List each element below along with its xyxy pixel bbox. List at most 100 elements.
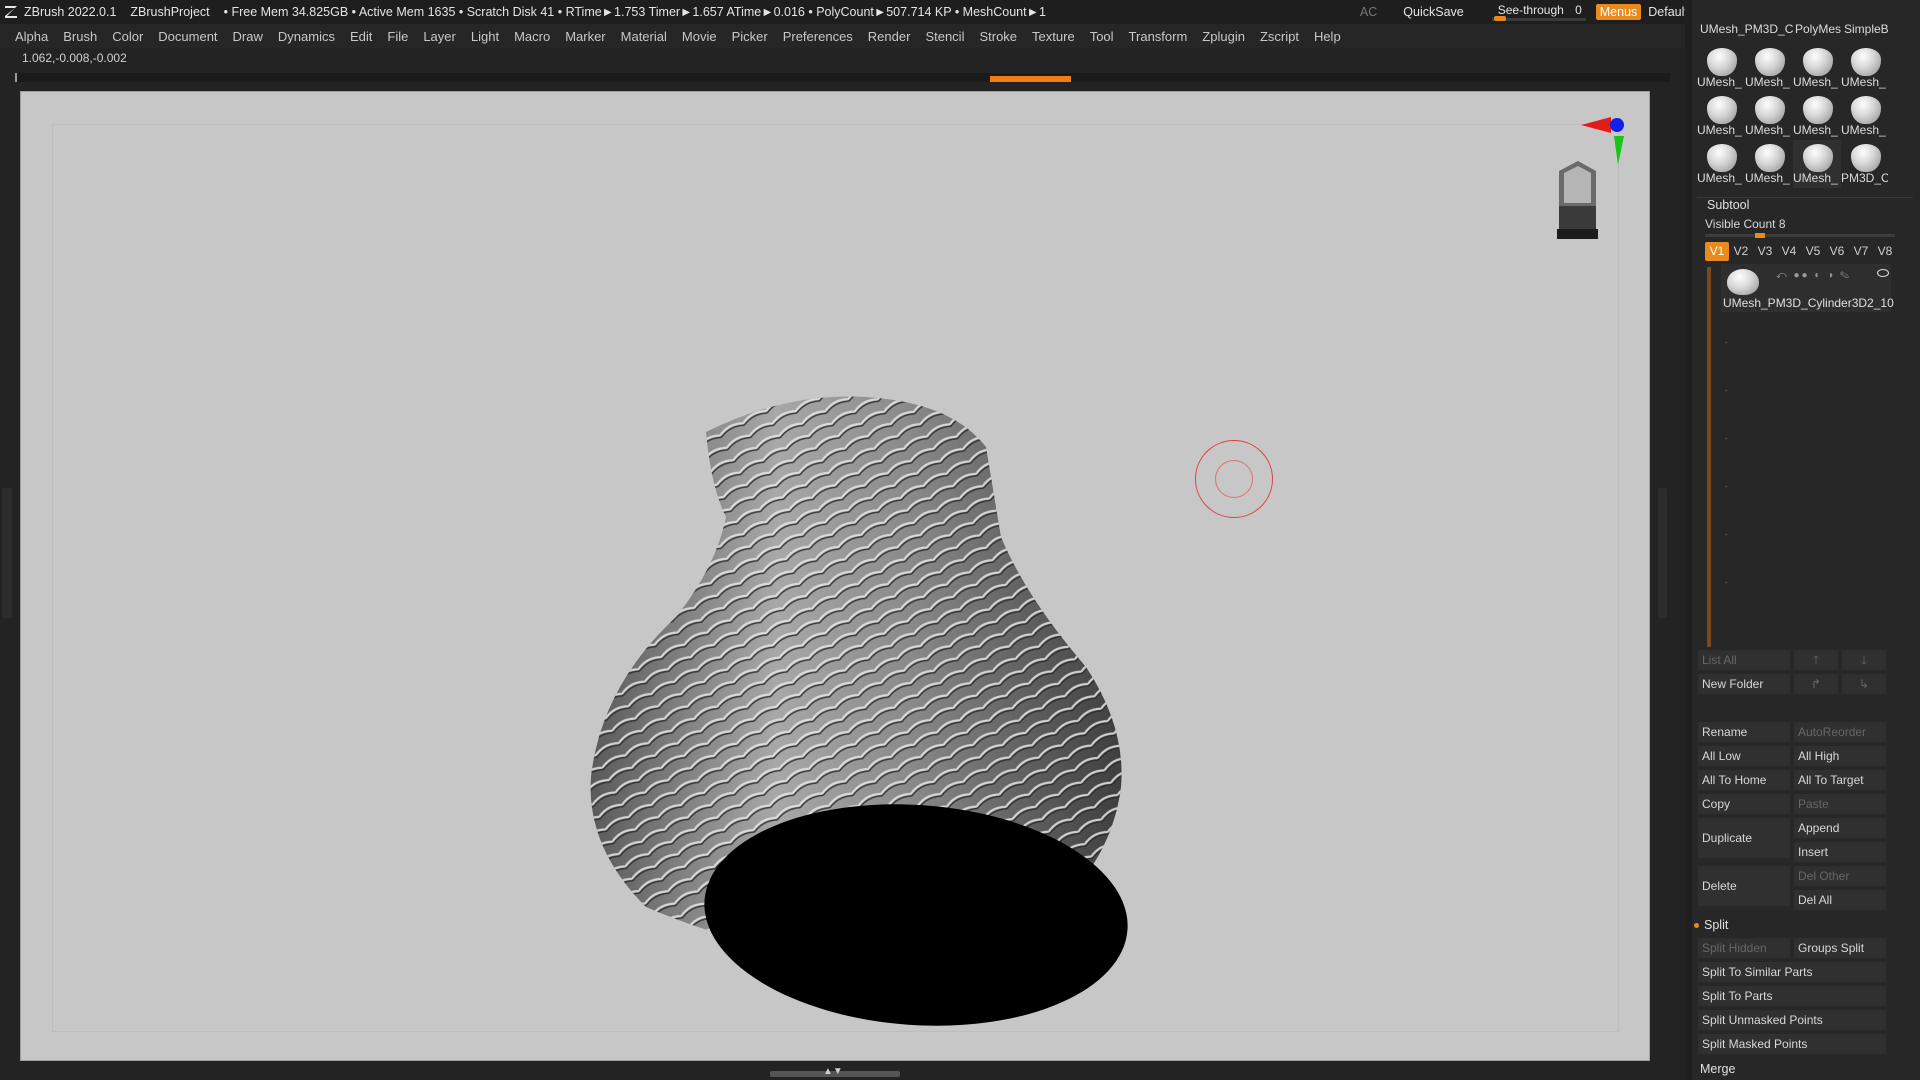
bottom-tray-arrows-icon[interactable]: ▲▼: [823, 1066, 843, 1077]
tool-thumbnail[interactable]: UMesh_: [1841, 92, 1889, 140]
menu-zscript[interactable]: Zscript: [1260, 29, 1299, 44]
menu-document[interactable]: Document: [158, 29, 217, 44]
split-masked-points-button[interactable]: Split Masked Points: [1698, 1034, 1886, 1054]
timeline-bar[interactable]: [15, 73, 1670, 82]
all-high-button[interactable]: All High: [1794, 746, 1886, 766]
all-low-button[interactable]: All Low: [1698, 746, 1790, 766]
menu-stroke[interactable]: Stroke: [979, 29, 1017, 44]
x-axis-arrow-icon[interactable]: [1581, 117, 1611, 133]
tool-thumbnail[interactable]: UMesh_: [1697, 140, 1745, 188]
tab-v8[interactable]: V8: [1873, 242, 1897, 261]
split-hidden-button[interactable]: Split Hidden: [1698, 938, 1790, 958]
orientation-figure-icon[interactable]: [1557, 161, 1598, 239]
delete-button[interactable]: Delete: [1698, 866, 1790, 906]
timeline-indicator[interactable]: [990, 76, 1071, 82]
visible-count-slider[interactable]: [1705, 233, 1895, 238]
menu-preferences[interactable]: Preferences: [783, 29, 853, 44]
menu-draw[interactable]: Draw: [233, 29, 263, 44]
paste-button[interactable]: Paste: [1794, 794, 1886, 814]
subtool-list-item[interactable]: ⤺ ●● ◐ ◑ ✎ UMesh_PM3D_Cylinder3D2_10: [1721, 264, 1894, 312]
merge-section-header[interactable]: Merge: [1700, 1062, 1735, 1076]
tool-header-current[interactable]: UMesh_PM3D_C: [1700, 22, 1793, 36]
menu-zplugin[interactable]: Zplugin: [1202, 29, 1245, 44]
menus-toggle-button[interactable]: Menus: [1595, 4, 1642, 20]
y-axis-arrow-icon[interactable]: [1614, 136, 1624, 165]
menu-help[interactable]: Help: [1314, 29, 1341, 44]
menu-layer[interactable]: Layer: [423, 29, 456, 44]
menu-material[interactable]: Material: [621, 29, 667, 44]
menu-picker[interactable]: Picker: [732, 29, 768, 44]
tool-thumbnail[interactable]: UMesh_: [1793, 44, 1841, 92]
tab-v6[interactable]: V6: [1825, 242, 1849, 261]
menu-file[interactable]: File: [387, 29, 408, 44]
panel-scroll-column[interactable]: [1685, 0, 1692, 1080]
all-to-home-button[interactable]: All To Home: [1698, 770, 1790, 790]
navigation-gizmo[interactable]: [1556, 111, 1626, 251]
move-out-folder-icon[interactable]: ↳: [1842, 674, 1886, 694]
menu-dynamics[interactable]: Dynamics: [278, 29, 335, 44]
groups-split-button[interactable]: Groups Split: [1794, 938, 1886, 958]
menu-macro[interactable]: Macro: [514, 29, 550, 44]
menu-alpha[interactable]: Alpha: [15, 29, 48, 44]
all-to-target-button[interactable]: All To Target: [1794, 770, 1886, 790]
tool-header-simplebrush[interactable]: SimpleB: [1844, 22, 1889, 36]
move-up-icon[interactable]: 🡑: [1794, 650, 1838, 670]
menu-marker[interactable]: Marker: [565, 29, 605, 44]
del-all-button[interactable]: Del All: [1794, 890, 1886, 910]
tool-thumbnail-selected[interactable]: UMesh_: [1793, 140, 1841, 188]
menu-edit[interactable]: Edit: [350, 29, 372, 44]
menu-render[interactable]: Render: [868, 29, 911, 44]
tab-v2[interactable]: V2: [1729, 242, 1753, 261]
tool-thumbnail[interactable]: UMesh_: [1841, 44, 1889, 92]
new-folder-button[interactable]: New Folder: [1698, 674, 1790, 694]
visible-count-knob[interactable]: [1755, 233, 1765, 238]
vase-3d-model[interactable]: [566, 367, 1226, 1067]
tab-v3[interactable]: V3: [1753, 242, 1777, 261]
quicksave-button[interactable]: QuickSave: [1403, 5, 1463, 19]
see-through-knob[interactable]: [1493, 16, 1506, 21]
split-unmasked-points-button[interactable]: Split Unmasked Points: [1698, 1010, 1886, 1030]
visibility-eye-icon[interactable]: [1877, 269, 1889, 277]
move-into-folder-icon[interactable]: ↱: [1794, 674, 1838, 694]
tool-header-polymesh[interactable]: PolyMes: [1795, 22, 1841, 36]
list-all-button[interactable]: List All: [1698, 650, 1790, 670]
copy-button[interactable]: Copy: [1698, 794, 1790, 814]
tab-v1[interactable]: V1: [1705, 242, 1729, 261]
tool-thumbnail[interactable]: UMesh_: [1745, 92, 1793, 140]
split-to-parts-button[interactable]: Split To Parts: [1698, 986, 1886, 1006]
tool-thumbnail[interactable]: UMesh_: [1697, 92, 1745, 140]
z-axis-ball-icon[interactable]: [1610, 118, 1624, 132]
tab-v7[interactable]: V7: [1849, 242, 1873, 261]
menu-tool[interactable]: Tool: [1090, 29, 1114, 44]
move-down-icon[interactable]: 🡓: [1842, 650, 1886, 670]
subtool-list-scrollbar[interactable]: [1707, 267, 1711, 647]
tool-thumbnail[interactable]: UMesh_: [1697, 44, 1745, 92]
right-tray-handle[interactable]: [1658, 488, 1667, 618]
split-section-header[interactable]: Split: [1694, 918, 1728, 932]
duplicate-button[interactable]: Duplicate: [1698, 818, 1790, 858]
rename-button[interactable]: Rename: [1698, 722, 1790, 742]
subtool-title[interactable]: Subtool: [1707, 198, 1749, 212]
subtool-toggle-icons[interactable]: ⤺ ●● ◐ ◑ ✎: [1776, 270, 1851, 281]
tool-thumbnail[interactable]: UMesh_: [1745, 140, 1793, 188]
split-to-similar-parts-button[interactable]: Split To Similar Parts: [1698, 962, 1886, 982]
menu-stencil[interactable]: Stencil: [925, 29, 964, 44]
tool-thumbnail[interactable]: UMesh_: [1745, 44, 1793, 92]
menu-brush[interactable]: Brush: [63, 29, 97, 44]
menu-movie[interactable]: Movie: [682, 29, 717, 44]
del-other-button[interactable]: Del Other: [1794, 866, 1886, 886]
menu-color[interactable]: Color: [112, 29, 143, 44]
append-button[interactable]: Append: [1794, 818, 1886, 838]
ac-button[interactable]: AC: [1360, 5, 1377, 19]
menu-transform[interactable]: Transform: [1129, 29, 1188, 44]
insert-button[interactable]: Insert: [1794, 842, 1886, 862]
tab-v5[interactable]: V5: [1801, 242, 1825, 261]
tool-thumbnail[interactable]: PM3D_C: [1841, 140, 1889, 188]
tab-v4[interactable]: V4: [1777, 242, 1801, 261]
autoreorder-button[interactable]: AutoReorder: [1794, 722, 1886, 742]
canvas-viewport[interactable]: [20, 91, 1650, 1061]
menu-texture[interactable]: Texture: [1032, 29, 1075, 44]
tool-thumbnail[interactable]: UMesh_: [1793, 92, 1841, 140]
menu-light[interactable]: Light: [471, 29, 499, 44]
left-tray-handle[interactable]: [2, 488, 12, 618]
